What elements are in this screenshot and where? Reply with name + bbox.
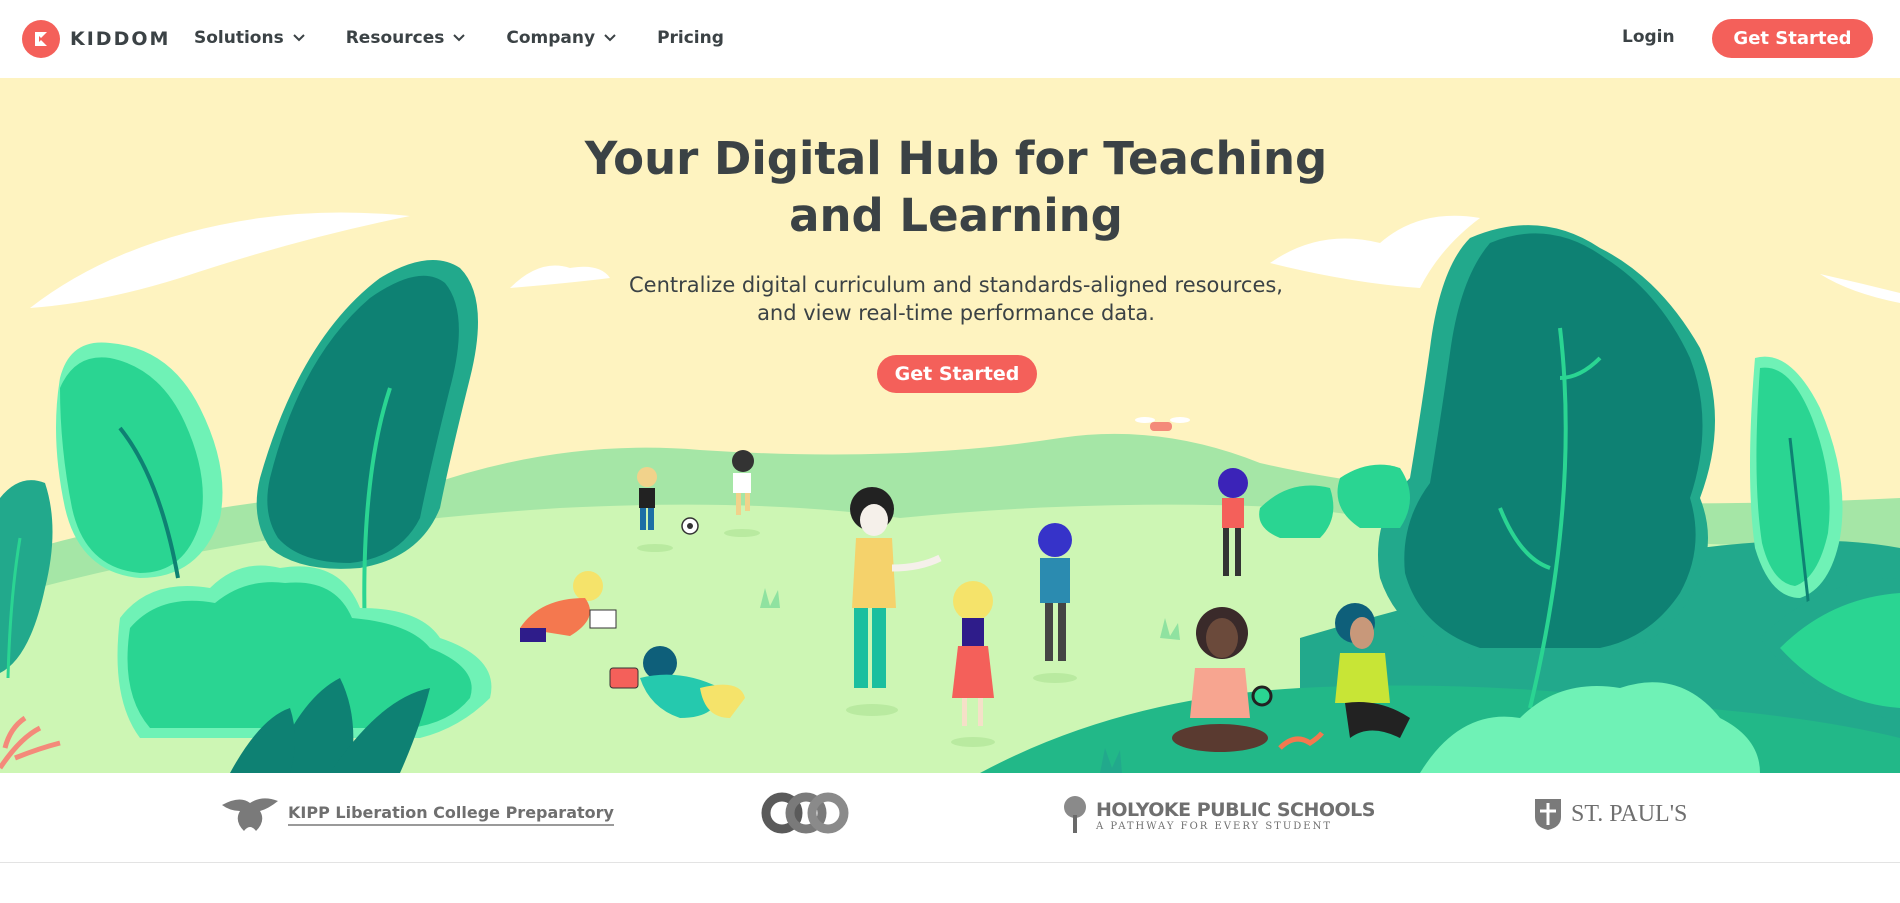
hero-subtitle: Centralize digital curriculum and standa… xyxy=(560,271,1352,327)
kipp-mark: KIPP xyxy=(288,802,330,822)
partner-logo-strip: KIPP Liberation College Preparatory eco … xyxy=(0,773,1900,863)
holyoke-tagline: A PATHWAY FOR EVERY STUDENT xyxy=(1096,820,1333,832)
chevron-down-icon xyxy=(293,34,305,42)
chevron-down-icon xyxy=(604,34,616,42)
top-navigation: KIDDOM Solutions Resources Company Prici… xyxy=(0,0,1900,78)
nav-solutions-label: Solutions xyxy=(194,28,284,48)
hero-title: Your Digital Hub for Teaching and Learni… xyxy=(550,130,1362,244)
nav-get-started-button[interactable]: Get Started xyxy=(1712,19,1873,58)
st-pauls-name: ST. PAUL'S xyxy=(1571,800,1688,827)
brand-name: KIDDOM xyxy=(70,28,171,50)
hero-subtitle-line1: Centralize digital curriculum and standa… xyxy=(629,273,1283,297)
chevron-down-icon xyxy=(453,34,466,42)
hero-get-started-button[interactable]: Get Started xyxy=(877,355,1037,393)
kipp-name: Liberation College Preparatory xyxy=(335,802,614,822)
tree-logo-icon xyxy=(1064,796,1086,833)
hero-title-line1: Your Digital Hub for Teaching xyxy=(584,132,1328,185)
holyoke-name: HOLYOKE PUBLIC SCHOOLS xyxy=(1096,798,1375,821)
partner-eco: eco xyxy=(760,791,850,835)
nav-resources-label: Resources xyxy=(345,28,445,48)
nav-resources[interactable]: Resources xyxy=(346,28,467,48)
nav-company[interactable]: Company xyxy=(506,28,617,48)
nav-links: Solutions Resources Company Pricing xyxy=(194,28,724,48)
partner-holyoke: HOLYOKE PUBLIC SCHOOLS A PATHWAY FOR EVE… xyxy=(1062,795,1375,835)
nav-company-label: Company xyxy=(506,28,596,48)
partner-kipp-name: KIPP Liberation College Preparatory xyxy=(288,803,614,826)
holyoke-text: HOLYOKE PUBLIC SCHOOLS A PATHWAY FOR EVE… xyxy=(1096,799,1375,832)
eagle-logo-icon xyxy=(222,798,278,831)
hero-subtitle-line2: and view real-time performance data. xyxy=(757,301,1155,325)
login-link[interactable]: Login xyxy=(1622,27,1675,47)
nav-pricing-label: Pricing xyxy=(657,28,724,48)
shield-icon xyxy=(1535,799,1561,830)
partner-st-pauls: ST. PAUL'S xyxy=(1533,797,1687,831)
partner-kipp: KIPP Liberation College Preparatory xyxy=(220,793,614,835)
nav-pricing[interactable]: Pricing xyxy=(657,28,724,48)
nav-solutions[interactable]: Solutions xyxy=(194,28,306,48)
hero-title-line2: and Learning xyxy=(789,189,1123,242)
hero-section: Your Digital Hub for Teaching and Learni… xyxy=(0,78,1900,773)
kiddom-logo-icon xyxy=(22,20,60,58)
eco-logo-icon: eco xyxy=(761,792,849,834)
brand-logo[interactable]: KIDDOM xyxy=(22,20,170,58)
